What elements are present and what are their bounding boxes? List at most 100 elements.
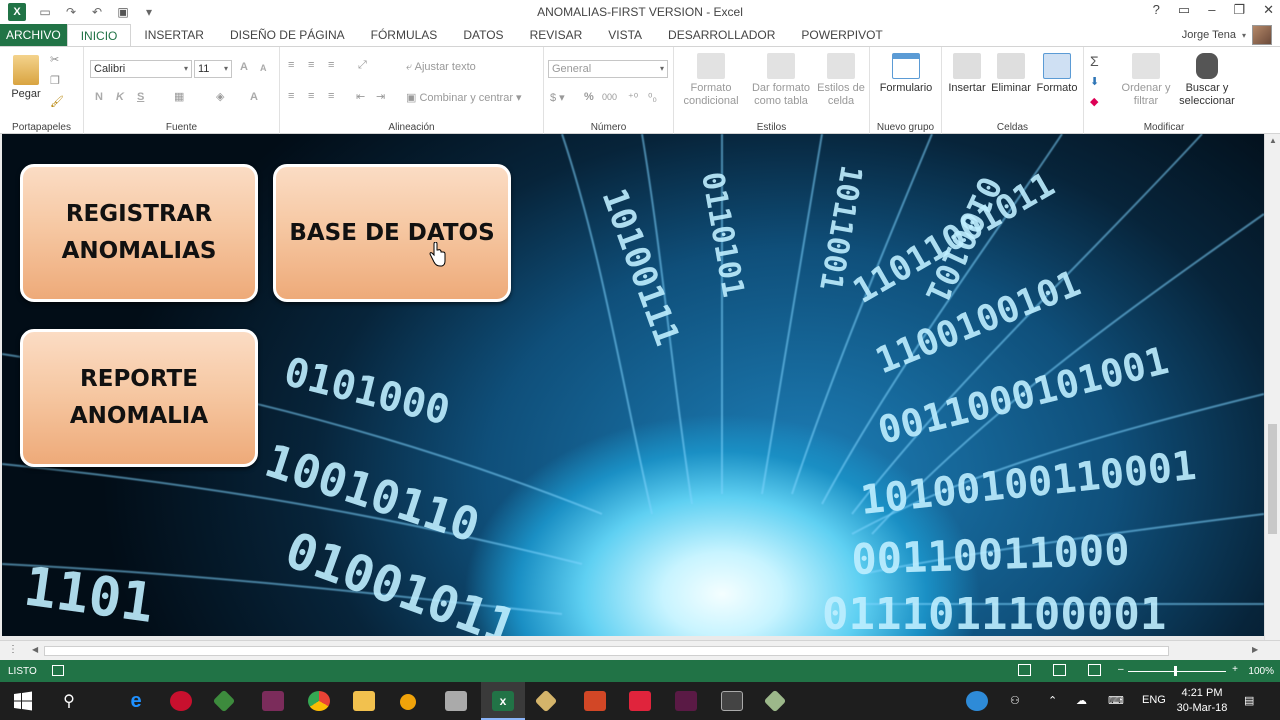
macro-recording-icon[interactable] — [52, 665, 64, 676]
align-left-icon[interactable]: ≡ — [288, 90, 294, 102]
currency-icon[interactable]: $ ▾ — [550, 91, 565, 104]
decrease-indent-icon[interactable]: ⇤ — [356, 90, 365, 103]
app-gray-icon[interactable] — [445, 691, 467, 711]
search-icon[interactable]: ⚲ — [58, 691, 80, 711]
italic-button[interactable]: K — [116, 91, 124, 103]
tab-vista[interactable]: VISTA — [595, 24, 655, 46]
insert-cells-button[interactable]: Insertar — [944, 53, 990, 95]
report-anomaly-button[interactable]: REPORTE ANOMALIA — [20, 329, 258, 467]
taskbar-clock[interactable]: 4:21 PM 30-Mar-18 — [1172, 686, 1232, 716]
close-icon[interactable]: ✕ — [1263, 2, 1274, 18]
app-purple-icon[interactable] — [262, 691, 284, 711]
cut-icon[interactable]: ✂ — [50, 53, 59, 66]
paste-button[interactable]: Pegar — [8, 55, 44, 101]
app-sage-icon[interactable] — [763, 689, 787, 713]
sheet-options-icon[interactable]: ⋮ — [8, 644, 18, 655]
zoom-out-button[interactable]: – — [1118, 664, 1124, 675]
app-green-icon[interactable] — [212, 689, 236, 713]
fill-icon[interactable]: ⬇ — [1090, 75, 1099, 88]
sort-filter-button[interactable]: Ordenar y filtrar — [1118, 53, 1174, 108]
align-bottom-icon[interactable]: ≡ — [328, 59, 334, 71]
scroll-right-icon[interactable]: ▶ — [1252, 645, 1258, 654]
tab-diseno-pagina[interactable]: DISEÑO DE PÁGINA — [217, 24, 358, 46]
vertical-scroll-thumb[interactable] — [1268, 424, 1277, 534]
borders-icon[interactable]: ▦ — [174, 90, 184, 103]
delete-cells-button[interactable]: Eliminar — [988, 53, 1034, 95]
powerpoint-icon[interactable] — [584, 691, 606, 711]
shrink-font-button[interactable]: A — [260, 63, 267, 73]
tab-powerpivot[interactable]: POWERPIVOT — [788, 24, 895, 46]
people-icon[interactable]: ⚇ — [1010, 694, 1020, 707]
format-painter-icon[interactable]: 🖌 — [50, 95, 64, 108]
grow-font-button[interactable]: A — [240, 61, 248, 73]
orientation-icon[interactable]: ⤢ — [358, 59, 367, 72]
keyboard-icon[interactable]: ⌨ — [1108, 694, 1124, 707]
help-icon[interactable]: ? — [1153, 2, 1160, 18]
ribbon-display-icon[interactable]: ▭ — [1178, 2, 1190, 18]
percent-button[interactable]: % — [584, 91, 594, 103]
copy-icon[interactable]: ❐ — [50, 74, 60, 87]
format-as-table-button[interactable]: Dar formato como tabla — [748, 53, 814, 108]
database-button[interactable]: BASE DE DATOS — [273, 164, 511, 302]
minimize-icon[interactable]: – — [1208, 2, 1215, 18]
tab-inicio[interactable]: INICIO — [66, 24, 132, 46]
cell-styles-button[interactable]: Estilos de celda — [814, 53, 868, 108]
tab-desarrollador[interactable]: DESARROLLADOR — [655, 24, 788, 46]
tab-archivo[interactable]: ARCHIVO — [0, 24, 67, 46]
onedrive-icon[interactable]: ☁ — [1076, 694, 1087, 707]
file-explorer-icon[interactable] — [353, 691, 375, 711]
language-indicator[interactable]: ENG — [1142, 694, 1166, 706]
bold-button[interactable]: N — [95, 91, 103, 103]
zoom-knob[interactable] — [1174, 666, 1177, 676]
align-right-icon[interactable]: ≡ — [328, 90, 334, 102]
horizontal-scroll-thumb[interactable] — [44, 646, 1169, 656]
conditional-format-button[interactable]: Formato condicional — [678, 53, 744, 108]
normal-view-icon[interactable] — [1018, 664, 1031, 676]
app-red2-icon[interactable] — [629, 691, 651, 711]
font-color-button[interactable]: A — [250, 91, 258, 103]
restore-icon[interactable]: ❐ — [1233, 2, 1245, 18]
app-maroon-icon[interactable] — [675, 691, 697, 711]
page-layout-view-icon[interactable] — [1053, 664, 1066, 676]
tab-datos[interactable]: DATOS — [450, 24, 516, 46]
app-tan-icon[interactable] — [534, 689, 558, 713]
increase-decimal-icon[interactable]: ⁺⁰ — [628, 91, 638, 104]
edge-icon[interactable]: e — [125, 691, 147, 711]
zoom-in-button[interactable]: + — [1232, 664, 1238, 675]
autosum-button[interactable]: Σ — [1090, 53, 1099, 69]
tab-formulas[interactable]: FÓRMULAS — [358, 24, 451, 46]
register-anomalies-button[interactable]: REGISTRAR ANOMALIAS — [20, 164, 258, 302]
tab-revisar[interactable]: REVISAR — [517, 24, 596, 46]
fill-color-icon[interactable]: ◈ — [216, 90, 224, 103]
tab-insertar[interactable]: INSERTAR — [131, 24, 217, 46]
page-break-view-icon[interactable] — [1088, 664, 1101, 676]
chrome-icon[interactable] — [308, 691, 330, 711]
app-red-icon[interactable] — [170, 691, 192, 711]
zoom-level[interactable]: 100% — [1248, 666, 1274, 677]
merge-center-button[interactable]: ▣ Combinar y centrar ▾ — [406, 91, 522, 104]
thousands-button[interactable]: 000 — [602, 92, 617, 102]
format-cells-button[interactable]: Formato — [1034, 53, 1080, 95]
zoom-slider[interactable]: – + — [1118, 664, 1238, 678]
app-dark-icon[interactable] — [721, 691, 743, 711]
number-format-select[interactable]: General ▾ — [548, 60, 668, 78]
align-center-icon[interactable]: ≡ — [308, 90, 314, 102]
vertical-scrollbar[interactable]: ▲ — [1264, 134, 1280, 640]
windows-start-icon[interactable] — [13, 691, 35, 711]
form-button[interactable]: Formulario — [874, 53, 938, 95]
scroll-up-icon[interactable]: ▲ — [1269, 136, 1277, 145]
underline-button[interactable]: S — [137, 91, 144, 103]
app-orange-icon[interactable] — [400, 694, 416, 710]
scroll-left-icon[interactable]: ◀ — [32, 645, 38, 654]
horizontal-scrollbar[interactable]: ⋮ ◀ ▶ — [0, 640, 1280, 660]
excel-taskbar-icon[interactable]: x — [492, 691, 514, 711]
align-top-icon[interactable]: ≡ — [288, 59, 294, 71]
decrease-decimal-icon[interactable]: ⁰₀ — [648, 91, 657, 104]
align-middle-icon[interactable]: ≡ — [308, 59, 314, 71]
user-account[interactable]: Jorge Tena ▾ — [1182, 24, 1272, 46]
font-family-select[interactable]: Calibri ▾ — [90, 60, 192, 78]
find-select-button[interactable]: Buscar y seleccionar — [1172, 53, 1242, 108]
worksheet[interactable]: 0101000 10010110 01001011 1101 10100111 … — [0, 134, 1280, 640]
increase-indent-icon[interactable]: ⇥ — [376, 90, 385, 103]
clear-icon[interactable]: ◆ — [1090, 95, 1098, 108]
